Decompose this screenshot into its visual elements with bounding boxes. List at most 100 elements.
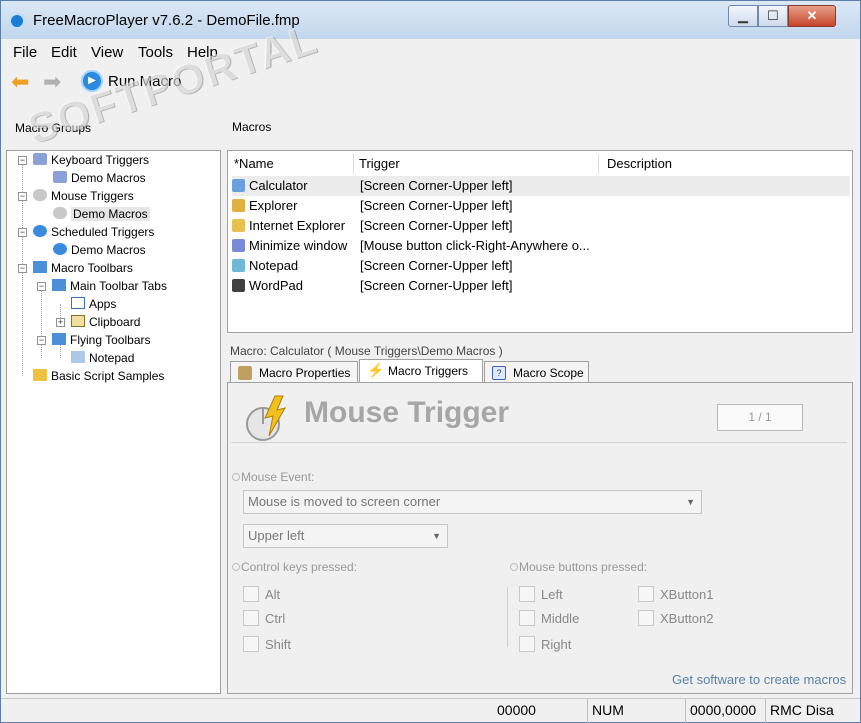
mouse-event-label: Mouse Event: <box>232 470 314 484</box>
collapse-toggle[interactable]: − <box>18 228 27 237</box>
radio-icon <box>232 473 240 481</box>
tree-apps[interactable]: Apps <box>71 295 116 313</box>
menu-tools[interactable]: Tools <box>138 44 173 61</box>
arrow-left-icon[interactable]: ⬅ <box>11 71 29 93</box>
tree-basic-script-samples[interactable]: Basic Script Samples <box>33 367 164 385</box>
macro-row[interactable]: WordPad [Screen Corner-Upper left] <box>232 276 850 296</box>
explorer-icon <box>232 199 245 212</box>
column-name[interactable]: *Name <box>234 154 354 174</box>
menu-edit[interactable]: Edit <box>51 44 77 61</box>
tree-demo-macros-scheduled[interactable]: Demo Macros <box>53 241 146 259</box>
tree-clipboard[interactable]: Clipboard <box>71 313 140 331</box>
collapse-toggle[interactable]: − <box>18 156 27 165</box>
column-trigger[interactable]: Trigger <box>359 154 599 174</box>
properties-icon <box>238 366 252 380</box>
column-description[interactable]: Description <box>607 154 847 174</box>
tree-keyboard-triggers[interactable]: Keyboard Triggers <box>33 151 149 169</box>
tree-main-toolbar-tabs[interactable]: Main Toolbar Tabs <box>52 277 167 295</box>
left-button-checkbox[interactable]: Left <box>519 586 563 604</box>
collapse-toggle[interactable]: − <box>18 264 27 273</box>
tree-flying-toolbars[interactable]: Flying Toolbars <box>52 331 150 349</box>
macros-title: Macros <box>232 120 272 134</box>
tree-scheduled-triggers[interactable]: Scheduled Triggers <box>33 223 154 241</box>
calculator-icon <box>232 179 245 192</box>
tab-macro-scope[interactable]: ? Macro Scope <box>484 361 589 383</box>
tree-notepad[interactable]: Notepad <box>71 349 134 367</box>
macro-row[interactable]: Minimize window [Mouse button click-Right… <box>232 236 850 256</box>
window-title: FreeMacroPlayer v7.6.2 - DemoFile.fmp <box>33 12 300 29</box>
macro-groups-tree[interactable]: − Keyboard Triggers Demo Macros − Mouse … <box>6 150 221 694</box>
trigger-pager[interactable]: 1 / 1 <box>717 404 803 431</box>
keyboard-icon <box>53 171 67 183</box>
ctrl-checkbox[interactable]: Ctrl <box>243 610 285 628</box>
group-divider <box>507 587 508 647</box>
toolbar: ⬅ ➡ ▶ Run Macro <box>1 65 860 99</box>
status-num: NUM <box>587 699 683 723</box>
macro-detail-title: Macro: Calculator ( Mouse Triggers\Demo … <box>230 344 503 358</box>
control-keys-label: Control keys pressed: <box>232 560 357 574</box>
xbutton2-checkbox[interactable]: XButton2 <box>638 610 714 628</box>
toolbar-icon <box>33 261 47 273</box>
radio-icon <box>510 563 518 571</box>
title-bar: FreeMacroPlayer v7.6.2 - DemoFile.fmp ▁ … <box>1 1 860 39</box>
collapse-toggle[interactable]: − <box>37 336 46 345</box>
tree-mouse-triggers[interactable]: Mouse Triggers <box>33 187 134 205</box>
tab-macro-properties[interactable]: Macro Properties <box>230 361 358 383</box>
lightning-icon: ⚡ <box>367 362 385 378</box>
status-bar: 00000 NUM 0000,0000 RMC Disa <box>1 698 860 723</box>
macro-groups-header: Macro Groups <box>6 104 221 148</box>
folder-icon <box>33 369 47 381</box>
app-icon <box>9 13 25 29</box>
get-software-link[interactable]: Get software to create macros <box>672 672 846 687</box>
macros-list[interactable]: *Name Trigger Description Calculator [Scr… <box>227 150 853 333</box>
menu-view[interactable]: View <box>91 44 123 61</box>
toolbar-icon <box>52 333 66 345</box>
tree-demo-macros-mouse[interactable]: Demo Macros <box>53 205 150 223</box>
collapse-toggle[interactable]: − <box>37 282 46 291</box>
divider <box>231 442 847 443</box>
macro-row[interactable]: Explorer [Screen Corner-Upper left] <box>232 196 850 216</box>
play-icon[interactable]: ▶ <box>81 70 103 92</box>
right-button-checkbox[interactable]: Right <box>519 636 571 654</box>
close-button[interactable]: ✕ <box>788 5 836 27</box>
shift-checkbox[interactable]: Shift <box>243 636 291 654</box>
corner-select[interactable]: Upper left ▼ <box>243 524 448 548</box>
expand-toggle[interactable]: + <box>56 318 65 327</box>
wordpad-icon <box>232 279 245 292</box>
collapse-toggle[interactable]: − <box>18 192 27 201</box>
minimize-window-icon <box>232 239 245 252</box>
minimize-button[interactable]: ▁ <box>728 5 758 27</box>
mouse-trigger-icon <box>246 395 287 441</box>
macro-row[interactable]: Calculator [Screen Corner-Upper left] <box>232 176 850 196</box>
middle-button-checkbox[interactable]: Middle <box>519 610 579 628</box>
macro-row[interactable]: Notepad [Screen Corner-Upper left] <box>232 256 850 276</box>
toolbar-icon <box>52 279 66 291</box>
window-icon <box>71 297 85 309</box>
radio-icon <box>232 563 240 571</box>
notepad-icon <box>232 259 245 272</box>
tree-macro-toolbars[interactable]: Macro Toolbars <box>33 259 133 277</box>
mouse-event-select[interactable]: Mouse is moved to screen corner ▼ <box>243 490 702 514</box>
menu-help[interactable]: Help <box>187 44 218 61</box>
notepad-icon <box>71 351 85 363</box>
mouse-icon <box>33 189 47 201</box>
xbutton1-checkbox[interactable]: XButton1 <box>638 586 714 604</box>
app-window: FreeMacroPlayer v7.6.2 - DemoFile.fmp ▁ … <box>0 0 861 723</box>
help-icon: ? <box>492 366 506 380</box>
run-macro-button[interactable]: Run Macro <box>108 73 181 90</box>
mouse-icon <box>53 207 67 219</box>
arrow-right-icon[interactable]: ➡ <box>43 71 61 93</box>
chevron-down-icon: ▼ <box>686 497 695 507</box>
menu-bar: File Edit View Tools Help <box>1 41 860 63</box>
tree-demo-macros-keyboard[interactable]: Demo Macros <box>53 169 146 187</box>
alt-checkbox[interactable]: Alt <box>243 586 280 604</box>
menu-file[interactable]: File <box>13 44 37 61</box>
macro-row[interactable]: Internet Explorer [Screen Corner-Upper le… <box>232 216 850 236</box>
status-position: 00000 <box>497 702 536 718</box>
macros-header: Macros <box>227 104 853 148</box>
maximize-button[interactable]: ☐ <box>758 5 788 27</box>
status-rmc: RMC Disa <box>765 699 860 723</box>
keyboard-icon <box>33 153 47 165</box>
tab-macro-triggers[interactable]: ⚡ Macro Triggers <box>359 359 483 383</box>
mouse-trigger-heading: Mouse Trigger <box>304 396 510 429</box>
